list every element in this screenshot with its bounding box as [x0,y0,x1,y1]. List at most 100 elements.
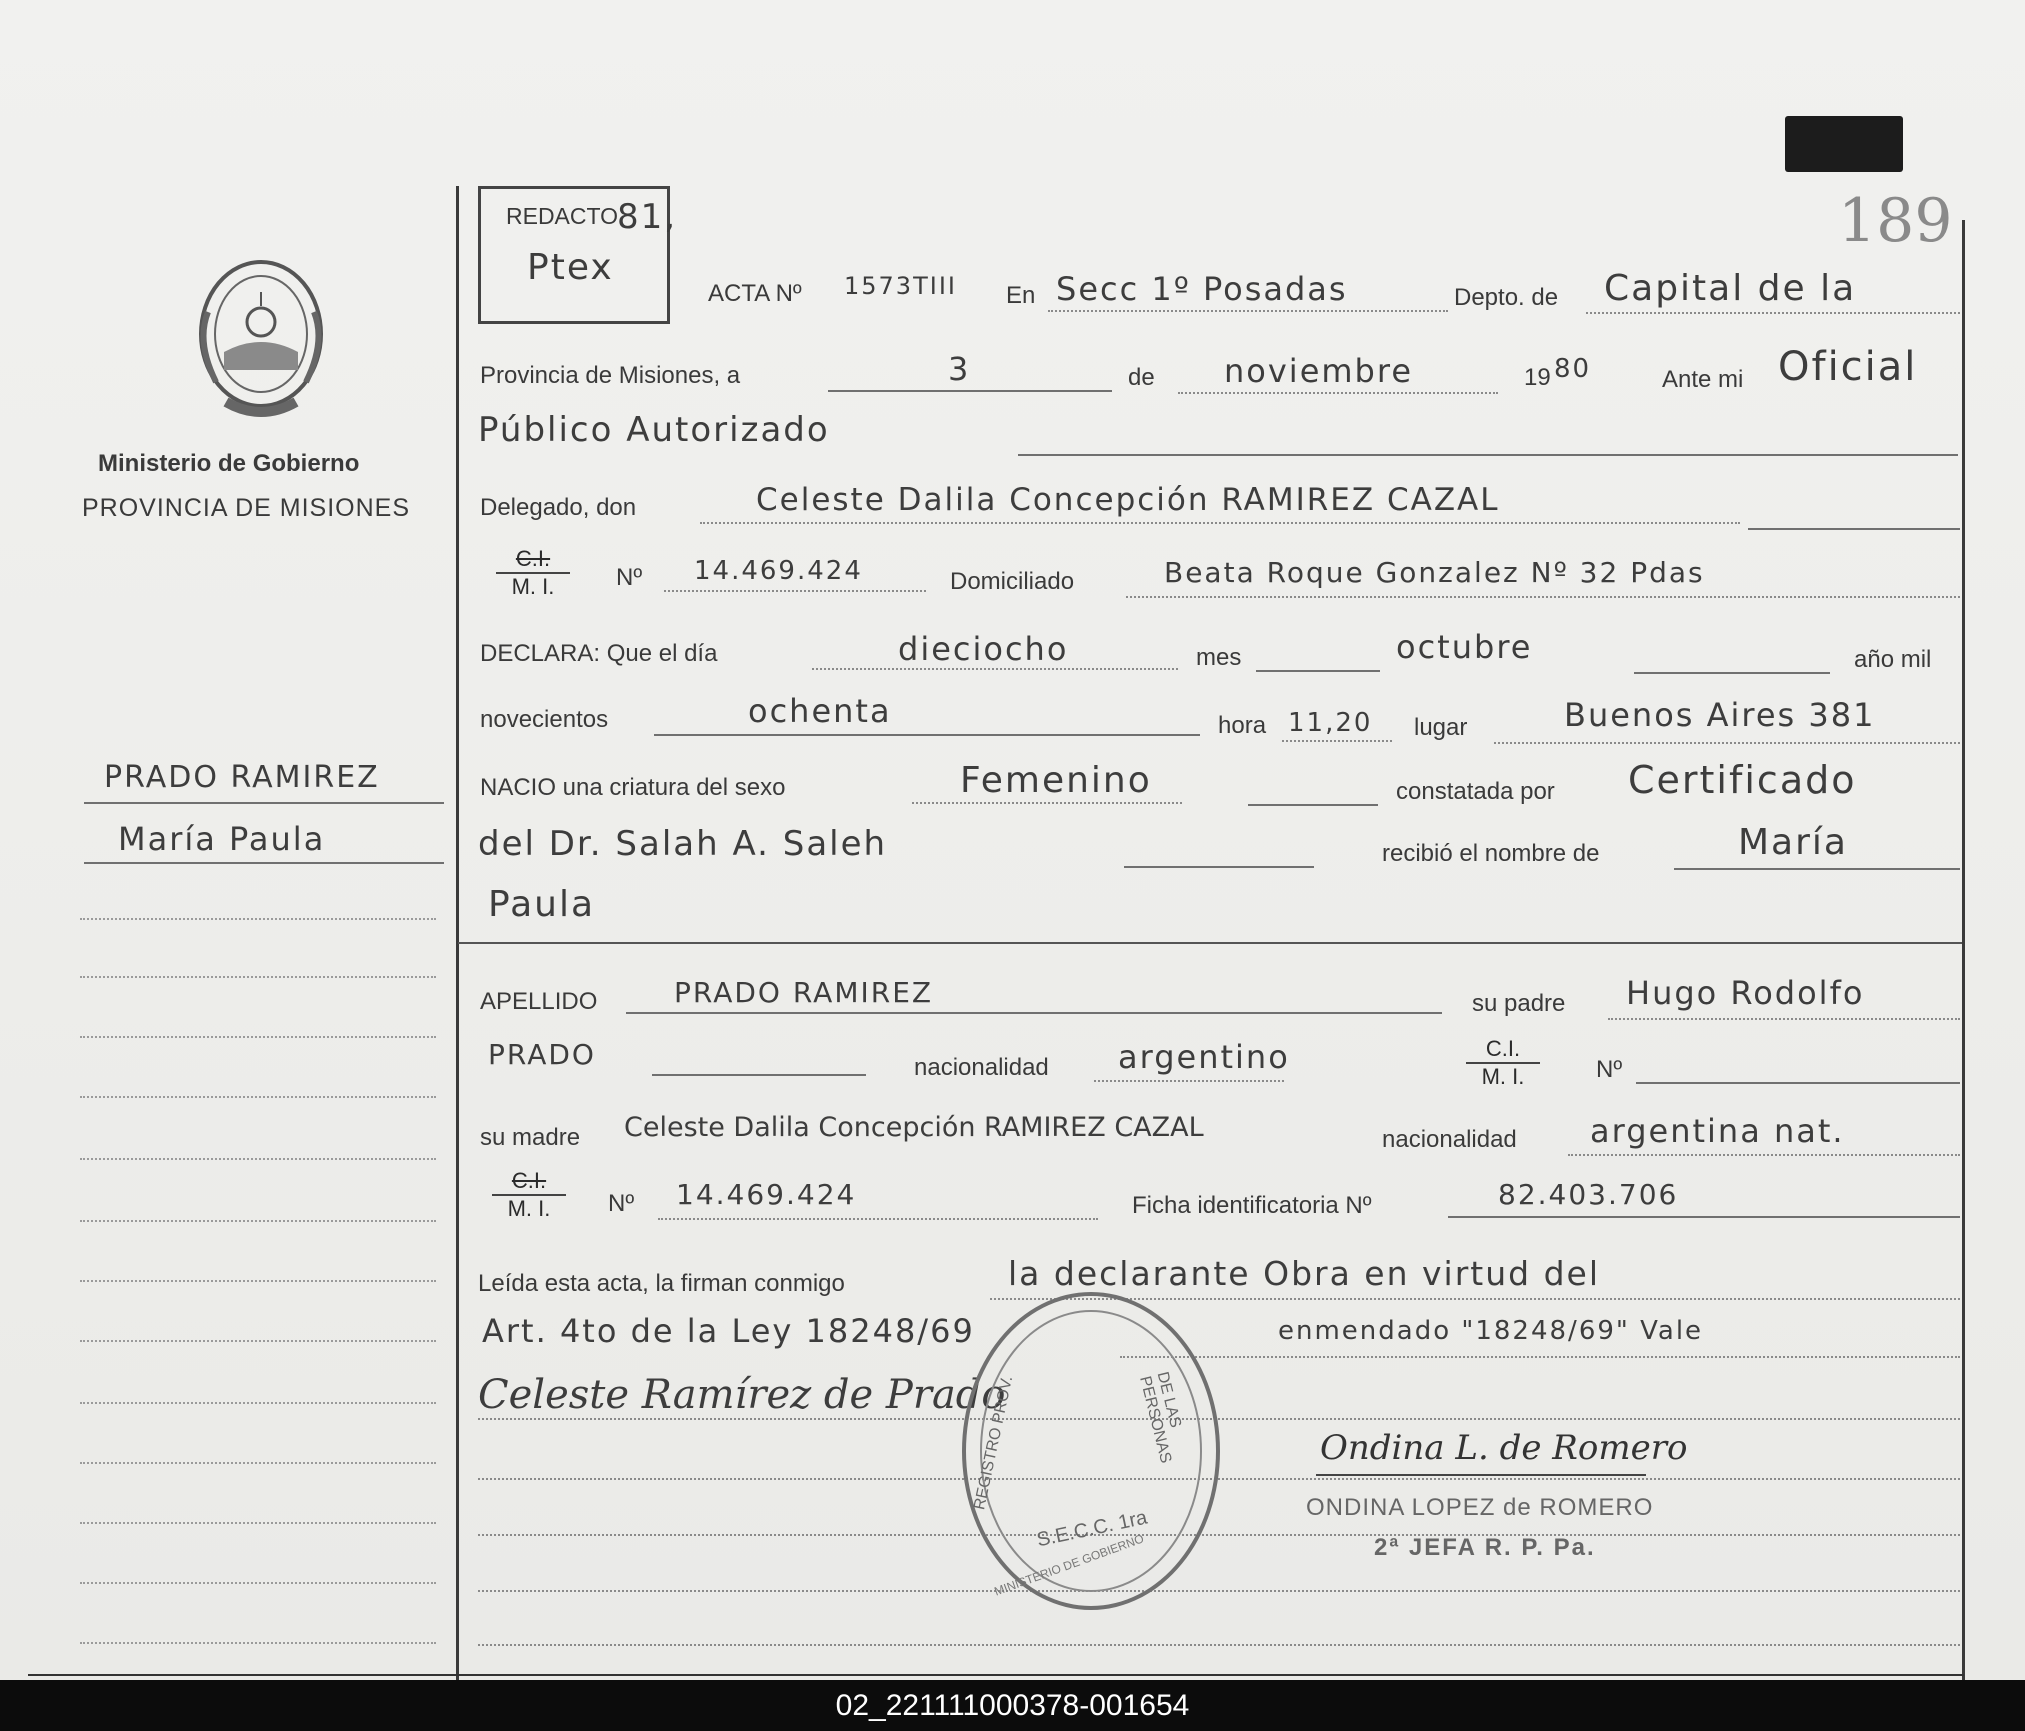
nacio-label: NACIO una criatura del sexo [480,774,786,801]
row-doctor: del Dr. Salah A. Saleh recibió el nombre… [478,822,1960,870]
row-acta: ACTA Nº 1573TIII En Secc 1º Posadas Dept… [478,268,1960,316]
madre-no-label: Nº [608,1190,635,1217]
madre-doc-number: 14.469.424 [676,1178,857,1211]
blank-line [478,1534,1960,1536]
padre-ci-label: C.I. [1466,1036,1540,1064]
row-leida: Leída esta acta, la firman conmigo la de… [478,1254,1960,1302]
leida-value: la declarante Obra en virtud del [1008,1254,1600,1293]
row-nacio: NACIO una criatura del sexo Femenino con… [478,758,1960,810]
de-label: de [1128,364,1155,391]
padre-value: Hugo Rodolfo [1626,974,1865,1012]
constatada-value: Certificado [1628,758,1857,802]
margin-surname: PRADO RAMIREZ [104,760,380,795]
ci-label: C.I. [496,546,570,574]
blank-line [478,1590,1960,1592]
row-novecientos: novecientos ochenta hora 11,20 lugar Bue… [478,692,1960,744]
ano-mil-label: año mil [1854,646,1932,673]
declarant-signature: Celeste Ramírez de Prado [478,1372,1006,1418]
recibio-label: recibió el nombre de [1382,840,1600,867]
row-doc-domicilio: C.I. M. I. Nº 14.469.424 Domiciliado Bea… [478,546,1960,610]
doc-number: 14.469.424 [694,556,863,586]
apellido-value: PRADO RAMIREZ [674,976,934,1009]
madre-nacionalidad: argentina nat. [1590,1112,1845,1150]
section-divider [458,942,1962,944]
en-value: Secc 1º Posadas [1056,270,1348,308]
padre-no-label: Nº [1596,1056,1623,1083]
ante-value: Oficial [1778,344,1918,390]
page-number: 189 [1838,186,1953,256]
padre-ci-mi-fraction: C.I. M. I. [1466,1036,1540,1090]
ministry-line-1: Ministerio de Gobierno [98,450,360,477]
margin-given-line [84,862,444,864]
frame-bottom-line [28,1674,1964,1676]
margin-line [80,1462,436,1464]
leida-label: Leída esta acta, la firman conmigo [478,1270,845,1297]
margin-line [80,1582,436,1584]
registry-stamp: REGISTRO PROV. DE LAS PERSONAS S.E.C.C. … [962,1292,1220,1610]
depto-value: Capital de la [1604,268,1857,309]
madre-ci-label: C.I. [492,1168,566,1196]
madre-nacionalidad-label: nacionalidad [1382,1126,1517,1153]
delegado-label: Delegado, don [480,494,637,521]
declara-label: DECLARA: Que el día [480,640,718,667]
lugar-value: Buenos Aires 381 [1564,696,1876,734]
margin-line [80,976,436,978]
row-apellido: APELLIDO PRADO RAMIREZ su padre Hugo Rod… [478,974,1960,1022]
row-ley: Art. 4to de la Ley 18248/69 enmendado "1… [478,1312,1960,1358]
no-label: Nº [616,564,643,591]
birth-month: octubre [1396,628,1533,666]
redacto-label: REDACTO [506,203,619,229]
domiciliado-label: Domiciliado [950,568,1075,595]
madre-mi-label: M. I. [507,1196,551,1221]
official-title: 2ª JEFA R. P. Pa. [1374,1534,1596,1561]
domiciliado-value: Beata Roque Gonzalez Nº 32 Pdas [1164,556,1705,589]
mes-label: mes [1196,644,1242,671]
official-signature-underline [1316,1474,1646,1476]
novecientos-label: novecientos [480,706,609,733]
margin-line [80,1158,436,1160]
ante-value-2: Público Autorizado [478,410,830,450]
birth-day: dieciocho [898,630,1069,668]
padre-value-2: PRADO [488,1038,596,1071]
leida-value-2: Art. 4to de la Ley 18248/69 [482,1312,975,1350]
margin-given-name: María Paula [118,820,326,858]
ministry-line-2: PROVINCIA DE MISIONES [82,494,411,522]
day-value: 3 [948,350,971,388]
madre-ci-mi-fraction: C.I. M. I. [492,1168,566,1222]
apellido-label: APELLIDO [480,988,598,1015]
constatada-label: constatada por [1396,778,1555,805]
margin-line [80,1402,436,1404]
row-provincia: Provincia de Misiones, a 3 de noviembre … [478,344,1960,396]
birth-year: ochenta [748,692,892,730]
redacto-note: 81, [617,197,678,237]
frame-right-line [1962,220,1965,1680]
acta-label: ACTA Nº [708,280,802,307]
hora-value: 11,20 [1288,708,1373,738]
nombre-value-2: Paula [488,884,596,925]
padre-mi-label: M. I. [1481,1064,1525,1089]
official-name: ONDINA LOPEZ de ROMERO [1306,1494,1654,1521]
row-declara: DECLARA: Que el día dieciocho mes octubr… [478,628,1960,676]
padre-nacionalidad: argentino [1118,1038,1290,1076]
margin-line [80,1280,436,1282]
margin-line [80,1522,436,1524]
year-prefix: 19 [1524,364,1551,391]
margin-line [80,1036,436,1038]
margin-line [80,918,436,920]
madre-value: Celeste Dalila Concepción RAMIREZ CAZAL [624,1112,1204,1143]
row-declarant-signature: Celeste Ramírez de Prado [478,1372,1960,1420]
row-madre: su madre Celeste Dalila Concepción RAMIR… [478,1112,1960,1158]
row-padre-cont: PRADO nacionalidad argentino C.I. M. I. … [478,1036,1960,1104]
official-signature: Ondina L. de Romero [1320,1428,1688,1468]
provincia-label: Provincia de Misiones, a [480,362,741,389]
nombre-value: María [1738,822,1848,863]
ante-label: Ante mi [1662,366,1744,393]
depto-label: Depto. de [1454,284,1559,311]
constatada-value-2: del Dr. Salah A. Saleh [478,824,888,864]
enmendado-note: enmendado "18248/69" Vale [1278,1316,1704,1346]
row-nombre-cont: Paula [478,884,1960,930]
year-suffix: 80 [1554,354,1592,384]
margin-surname-line [84,802,444,804]
sexo-value: Femenino [960,760,1152,801]
row-ante-cont: Público Autorizado [478,410,1960,456]
